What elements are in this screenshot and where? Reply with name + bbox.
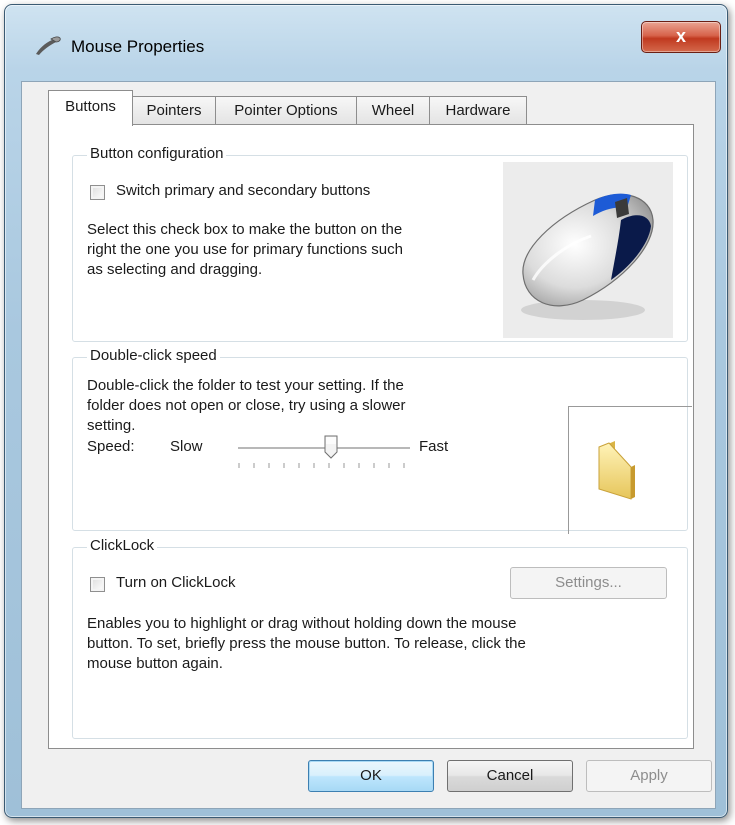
clicklock-checkbox[interactable] <box>90 577 105 592</box>
double-click-description-line-3: setting. <box>87 417 136 434</box>
apply-button[interactable]: Apply <box>586 760 712 792</box>
close-icon: x <box>675 26 686 46</box>
test-folder-area[interactable] <box>568 406 692 534</box>
switch-buttons-checkbox[interactable] <box>90 185 105 200</box>
double-click-description-line-1: Double-click the folder to test your set… <box>87 377 404 394</box>
switch-buttons-label[interactable]: Switch primary and secondary buttons <box>116 181 370 201</box>
ok-button[interactable]: OK <box>308 760 434 792</box>
fast-label: Fast <box>419 438 449 455</box>
mouse-properties-window: Mouse Properties x Buttons Pointers Poin… <box>4 4 728 818</box>
tab-buttons-label: Buttons <box>65 98 116 115</box>
cancel-button[interactable]: Cancel <box>447 760 573 792</box>
clicklock-description-line-3: mouse button again. <box>87 655 223 672</box>
clicklock-label[interactable]: Turn on ClickLock <box>116 573 236 593</box>
tab-hardware-label: Hardware <box>445 102 511 119</box>
window-title: Mouse Properties <box>71 37 205 56</box>
folder-icon[interactable] <box>569 407 692 534</box>
speed-label: Speed: <box>87 438 135 455</box>
clicklock-description-line-2: button. To set, briefly press the mouse … <box>87 635 526 652</box>
tab-wheel[interactable]: Wheel <box>356 96 430 125</box>
tab-pointer-options-label: Pointer Options <box>234 102 338 119</box>
speed-slider-ticks <box>238 463 405 468</box>
close-button[interactable]: x <box>641 21 721 53</box>
mouse-illustration <box>503 162 673 338</box>
tab-pointer-options[interactable]: Pointer Options <box>215 96 357 125</box>
clicklock-title: ClickLock <box>87 537 158 554</box>
tab-wheel-label: Wheel <box>371 102 415 119</box>
tab-pointers-label: Pointers <box>146 102 202 119</box>
button-configuration-title: Button configuration <box>87 145 227 162</box>
slow-label: Slow <box>170 438 203 455</box>
tab-buttons[interactable]: Buttons <box>48 90 133 126</box>
title-bar[interactable]: Mouse Properties x <box>5 5 727 81</box>
double-click-speed-group: Double-click speed Double-click the fold… <box>72 347 692 534</box>
dialog-client-area: Buttons Pointers Pointer Options Wheel H… <box>21 81 716 809</box>
clicklock-settings-button[interactable]: Settings... <box>510 567 667 599</box>
double-click-speed-title: Double-click speed <box>87 347 220 364</box>
tab-pointers[interactable]: Pointers <box>132 96 216 125</box>
clicklock-group: ClickLock Turn on ClickLock Settings... … <box>72 537 688 739</box>
mouse-pointer-icon <box>36 36 61 55</box>
buttons-tab-panel: Button configuration Switch primary and … <box>48 124 694 749</box>
clicklock-description-line-1: Enables you to highlight or drag without… <box>87 615 517 632</box>
button-config-description-line-2: right the one you use for primary functi… <box>87 241 403 258</box>
tab-hardware[interactable]: Hardware <box>429 96 527 125</box>
button-config-description-line-3: as selecting and dragging. <box>87 261 263 278</box>
speed-slider-thumb[interactable] <box>324 435 338 459</box>
button-config-description-line-1: Select this check box to make the button… <box>87 221 403 238</box>
mouse-icon <box>521 193 654 320</box>
button-configuration-group: Button configuration Switch primary and … <box>72 145 688 342</box>
double-click-description-line-2: folder does not open or close, try using… <box>87 397 406 414</box>
